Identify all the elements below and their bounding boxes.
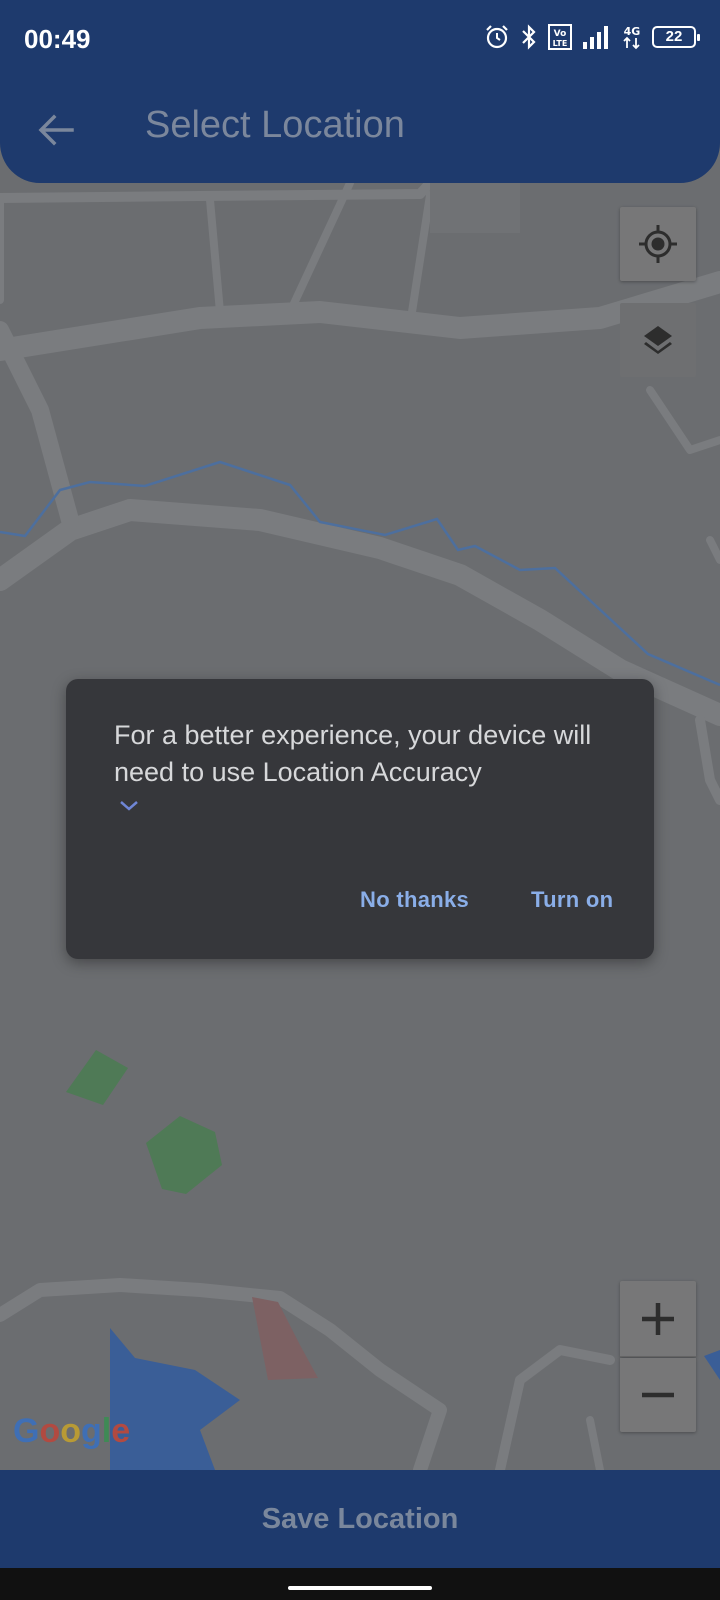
status-bar: 00:49 Vo LTE 4G 22 — [0, 0, 720, 80]
map-layers-button[interactable] — [620, 303, 696, 377]
battery-level: 22 — [665, 28, 683, 45]
status-time: 00:49 — [24, 24, 91, 54]
svg-text:Vo: Vo — [554, 29, 567, 39]
signal-icon — [583, 26, 608, 49]
google-logo-letter: e — [111, 1412, 131, 1450]
status-icons: Vo LTE 4G 22 — [484, 24, 700, 50]
layers-icon — [644, 326, 672, 354]
volte-icon: Vo LTE — [548, 24, 572, 50]
zoom-in-button[interactable] — [620, 1281, 696, 1357]
app-bar: 00:49 Vo LTE 4G 22 Select Location — [0, 0, 720, 183]
no-thanks-button[interactable]: No thanks — [360, 887, 469, 913]
svg-text:4G: 4G — [624, 25, 641, 38]
google-logo-letter: G — [13, 1412, 40, 1450]
google-logo: Google — [13, 1412, 130, 1451]
alarm-icon — [486, 25, 508, 49]
page-title: Select Location — [145, 104, 405, 146]
zoom-in-icon — [642, 1302, 674, 1335]
google-logo-letter: o — [39, 1412, 61, 1450]
save-location-label: Save Location — [261, 1502, 459, 1535]
zoom-out-icon — [642, 1392, 674, 1398]
google-logo-letter: o — [60, 1412, 82, 1450]
zoom-out-button[interactable] — [620, 1358, 696, 1432]
battery-icon: 22 — [652, 26, 700, 48]
svg-text:LTE: LTE — [553, 39, 568, 48]
home-indicator[interactable] — [288, 1586, 432, 1590]
my-location-icon — [639, 225, 677, 263]
location-accuracy-dialog: For a better experience, your device wil… — [66, 679, 654, 959]
save-location-button[interactable]: Save Location — [0, 1470, 720, 1568]
google-logo-letter: g — [81, 1412, 102, 1450]
google-logo-letter: l — [101, 1412, 112, 1450]
4g-icon: 4G — [623, 25, 641, 50]
turn-on-button[interactable]: Turn on — [531, 887, 613, 913]
bluetooth-icon — [522, 24, 536, 50]
chevron-down-icon[interactable] — [118, 799, 140, 813]
back-button[interactable] — [30, 104, 82, 156]
arrow-back-icon — [38, 114, 74, 146]
dialog-message: For a better experience, your device wil… — [114, 720, 592, 787]
my-location-button[interactable] — [620, 207, 696, 281]
navigation-bar — [0, 1568, 720, 1600]
